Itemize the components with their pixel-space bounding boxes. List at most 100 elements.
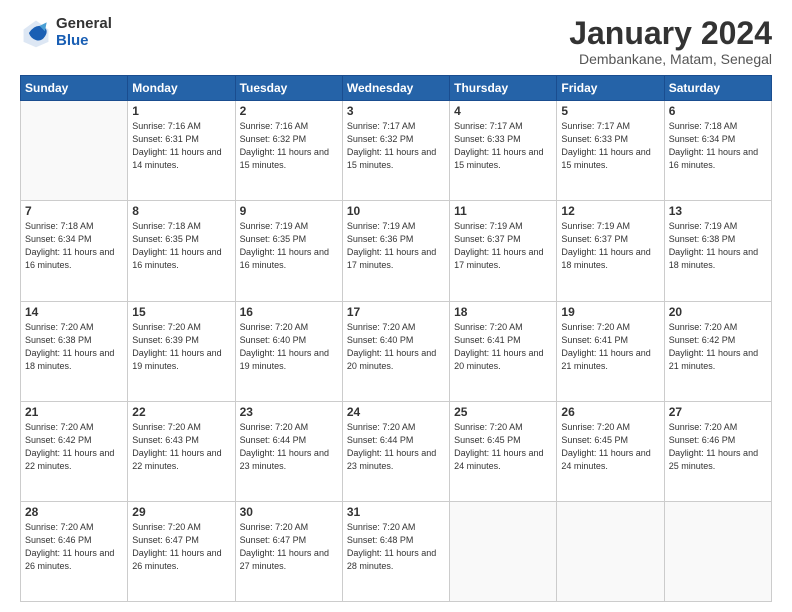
day-info: Sunrise: 7:17 AM Sunset: 6:32 PM Dayligh…	[347, 120, 445, 172]
day-info: Sunrise: 7:20 AM Sunset: 6:39 PM Dayligh…	[132, 321, 230, 373]
header-sunday: Sunday	[21, 76, 128, 101]
calendar-header-row: SundayMondayTuesdayWednesdayThursdayFrid…	[21, 76, 772, 101]
calendar-cell: 3 Sunrise: 7:17 AM Sunset: 6:32 PM Daylig…	[342, 101, 449, 201]
day-number: 4	[454, 104, 552, 118]
calendar-cell: 31 Sunrise: 7:20 AM Sunset: 6:48 PM Dayli…	[342, 501, 449, 601]
day-number: 13	[669, 204, 767, 218]
logo-general: General	[56, 16, 112, 33]
day-number: 31	[347, 505, 445, 519]
day-number: 28	[25, 505, 123, 519]
logo-blue: Blue	[56, 33, 112, 50]
day-number: 10	[347, 204, 445, 218]
calendar-cell: 9 Sunrise: 7:19 AM Sunset: 6:35 PM Daylig…	[235, 201, 342, 301]
calendar-week-4: 28Sunrise: 7:20 AM Sunset: 6:46 PM Dayli…	[21, 501, 772, 601]
day-info: Sunrise: 7:18 AM Sunset: 6:34 PM Dayligh…	[25, 220, 123, 272]
day-info: Sunrise: 7:17 AM Sunset: 6:33 PM Dayligh…	[454, 120, 552, 172]
title-area: January 2024 Dembankane, Matam, Senegal	[569, 16, 772, 67]
calendar-cell	[21, 101, 128, 201]
day-number: 2	[240, 104, 338, 118]
header-saturday: Saturday	[664, 76, 771, 101]
day-info: Sunrise: 7:20 AM Sunset: 6:45 PM Dayligh…	[454, 421, 552, 473]
day-number: 8	[132, 204, 230, 218]
calendar-week-3: 21 Sunrise: 7:20 AM Sunset: 6:42 PM Dayli…	[21, 401, 772, 501]
day-number: 18	[454, 305, 552, 319]
day-info: Sunrise: 7:20 AM Sunset: 6:42 PM Dayligh…	[25, 421, 123, 473]
day-info: Sunrise: 7:20 AM Sunset: 6:42 PM Dayligh…	[669, 321, 767, 373]
day-number: 6	[669, 104, 767, 118]
day-info: Sunrise: 7:20 AM Sunset: 6:40 PM Dayligh…	[240, 321, 338, 373]
day-number: 22	[132, 405, 230, 419]
day-info: Sunrise: 7:20 AM Sunset: 6:48 PM Dayligh…	[347, 521, 445, 573]
day-number: 23	[240, 405, 338, 419]
day-number: 30	[240, 505, 338, 519]
logo-text: General Blue	[56, 16, 112, 49]
calendar-cell: 21 Sunrise: 7:20 AM Sunset: 6:42 PM Dayli…	[21, 401, 128, 501]
day-number: 5	[561, 104, 659, 118]
day-number: 21	[25, 405, 123, 419]
header-monday: Monday	[128, 76, 235, 101]
calendar-cell: 4 Sunrise: 7:17 AM Sunset: 6:33 PM Daylig…	[450, 101, 557, 201]
header-thursday: Thursday	[450, 76, 557, 101]
day-info: Sunrise: 7:17 AM Sunset: 6:33 PM Dayligh…	[561, 120, 659, 172]
calendar-cell: 26 Sunrise: 7:20 AM Sunset: 6:45 PM Dayli…	[557, 401, 664, 501]
calendar-cell: 24Sunrise: 7:20 AM Sunset: 6:44 PM Dayli…	[342, 401, 449, 501]
day-number: 27	[669, 405, 767, 419]
day-number: 1	[132, 104, 230, 118]
day-info: Sunrise: 7:20 AM Sunset: 6:46 PM Dayligh…	[669, 421, 767, 473]
calendar-cell: 8 Sunrise: 7:18 AM Sunset: 6:35 PM Daylig…	[128, 201, 235, 301]
calendar-cell: 12Sunrise: 7:19 AM Sunset: 6:37 PM Dayli…	[557, 201, 664, 301]
calendar-cell: 11Sunrise: 7:19 AM Sunset: 6:37 PM Dayli…	[450, 201, 557, 301]
day-info: Sunrise: 7:20 AM Sunset: 6:44 PM Dayligh…	[347, 421, 445, 473]
calendar-cell	[450, 501, 557, 601]
day-number: 11	[454, 204, 552, 218]
calendar-cell: 6 Sunrise: 7:18 AM Sunset: 6:34 PM Daylig…	[664, 101, 771, 201]
logo-icon	[20, 17, 52, 49]
page-header: General Blue January 2024 Dembankane, Ma…	[20, 16, 772, 67]
day-info: Sunrise: 7:20 AM Sunset: 6:43 PM Dayligh…	[132, 421, 230, 473]
calendar-cell: 13 Sunrise: 7:19 AM Sunset: 6:38 PM Dayli…	[664, 201, 771, 301]
calendar-cell: 28Sunrise: 7:20 AM Sunset: 6:46 PM Dayli…	[21, 501, 128, 601]
calendar-cell: 15 Sunrise: 7:20 AM Sunset: 6:39 PM Dayli…	[128, 301, 235, 401]
calendar-cell: 1 Sunrise: 7:16 AM Sunset: 6:31 PM Daylig…	[128, 101, 235, 201]
day-number: 26	[561, 405, 659, 419]
calendar-week-1: 7 Sunrise: 7:18 AM Sunset: 6:34 PM Daylig…	[21, 201, 772, 301]
day-number: 9	[240, 204, 338, 218]
day-info: Sunrise: 7:16 AM Sunset: 6:31 PM Dayligh…	[132, 120, 230, 172]
day-info: Sunrise: 7:19 AM Sunset: 6:37 PM Dayligh…	[561, 220, 659, 272]
day-number: 20	[669, 305, 767, 319]
day-info: Sunrise: 7:20 AM Sunset: 6:40 PM Dayligh…	[347, 321, 445, 373]
calendar-cell: 27 Sunrise: 7:20 AM Sunset: 6:46 PM Dayli…	[664, 401, 771, 501]
header-friday: Friday	[557, 76, 664, 101]
day-number: 29	[132, 505, 230, 519]
day-info: Sunrise: 7:20 AM Sunset: 6:41 PM Dayligh…	[454, 321, 552, 373]
day-info: Sunrise: 7:19 AM Sunset: 6:38 PM Dayligh…	[669, 220, 767, 272]
day-info: Sunrise: 7:20 AM Sunset: 6:41 PM Dayligh…	[561, 321, 659, 373]
calendar-cell: 25 Sunrise: 7:20 AM Sunset: 6:45 PM Dayli…	[450, 401, 557, 501]
day-info: Sunrise: 7:16 AM Sunset: 6:32 PM Dayligh…	[240, 120, 338, 172]
header-tuesday: Tuesday	[235, 76, 342, 101]
calendar-cell: 17Sunrise: 7:20 AM Sunset: 6:40 PM Dayli…	[342, 301, 449, 401]
day-info: Sunrise: 7:19 AM Sunset: 6:36 PM Dayligh…	[347, 220, 445, 272]
calendar-cell: 23 Sunrise: 7:20 AM Sunset: 6:44 PM Dayli…	[235, 401, 342, 501]
calendar-cell	[664, 501, 771, 601]
day-info: Sunrise: 7:18 AM Sunset: 6:34 PM Dayligh…	[669, 120, 767, 172]
day-info: Sunrise: 7:19 AM Sunset: 6:35 PM Dayligh…	[240, 220, 338, 272]
location: Dembankane, Matam, Senegal	[569, 51, 772, 67]
calendar-week-2: 14Sunrise: 7:20 AM Sunset: 6:38 PM Dayli…	[21, 301, 772, 401]
calendar-cell	[557, 501, 664, 601]
day-info: Sunrise: 7:20 AM Sunset: 6:47 PM Dayligh…	[240, 521, 338, 573]
month-title: January 2024	[569, 16, 772, 51]
calendar-week-0: 1 Sunrise: 7:16 AM Sunset: 6:31 PM Daylig…	[21, 101, 772, 201]
day-number: 25	[454, 405, 552, 419]
calendar-cell: 19Sunrise: 7:20 AM Sunset: 6:41 PM Dayli…	[557, 301, 664, 401]
day-number: 15	[132, 305, 230, 319]
day-info: Sunrise: 7:20 AM Sunset: 6:38 PM Dayligh…	[25, 321, 123, 373]
day-info: Sunrise: 7:18 AM Sunset: 6:35 PM Dayligh…	[132, 220, 230, 272]
calendar-cell: 10 Sunrise: 7:19 AM Sunset: 6:36 PM Dayli…	[342, 201, 449, 301]
logo: General Blue	[20, 16, 112, 49]
day-number: 7	[25, 204, 123, 218]
day-number: 3	[347, 104, 445, 118]
day-info: Sunrise: 7:20 AM Sunset: 6:44 PM Dayligh…	[240, 421, 338, 473]
day-info: Sunrise: 7:20 AM Sunset: 6:45 PM Dayligh…	[561, 421, 659, 473]
calendar-cell: 16Sunrise: 7:20 AM Sunset: 6:40 PM Dayli…	[235, 301, 342, 401]
